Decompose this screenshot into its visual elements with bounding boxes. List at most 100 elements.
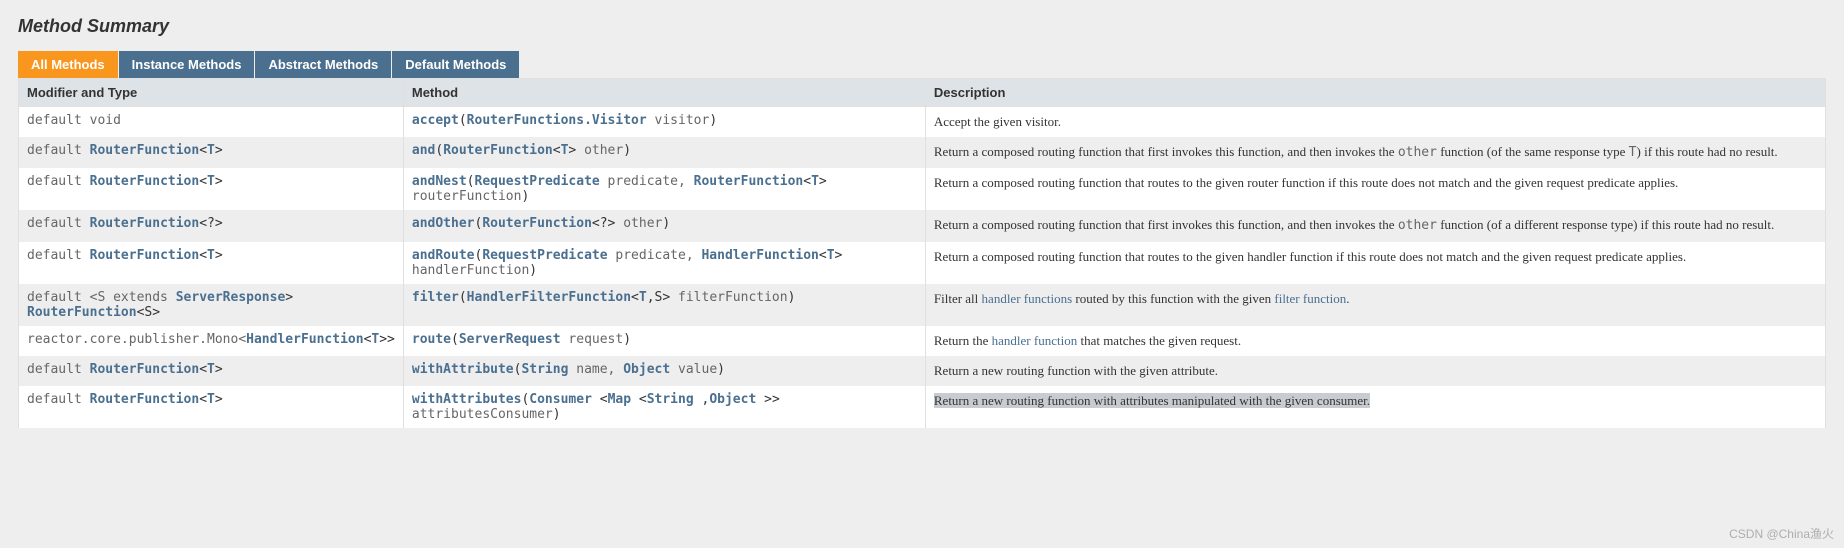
cell-modifier: default RouterFunction<T> [19,386,404,428]
tab-all-methods[interactable]: All Methods [18,51,118,78]
punct: ) [529,263,537,278]
punct: > [215,143,223,158]
cell-modifier: default RouterFunction<T> [19,137,404,168]
type-link[interactable]: RouterFunction [90,216,200,231]
keyword: default [27,174,90,189]
punct: , [694,392,710,407]
table-row: default RouterFunction<?>andOther(Router… [19,210,1826,241]
type-link[interactable]: T [207,248,215,263]
tab-instance-methods[interactable]: Instance Methods [119,51,255,78]
type-link[interactable]: T [207,174,215,189]
type-link[interactable]: Object [709,392,756,407]
col-header-modifier: Modifier and Type [19,79,404,107]
type-link[interactable]: Map [608,392,631,407]
type-link[interactable]: T [207,362,215,377]
method-link[interactable]: route [412,332,451,347]
punct: > [215,362,223,377]
cell-modifier: default RouterFunction<?> [19,210,404,241]
type-link[interactable]: HandlerFilterFunction [467,290,631,305]
type-link[interactable]: ServerRequest [459,332,561,347]
type-link[interactable]: RouterFunction [90,143,200,158]
punct: ) [662,216,670,231]
type-link[interactable]: RouterFunction [694,174,804,189]
cell-description: Return a composed routing function that … [925,242,1825,284]
method-link[interactable]: andNest [412,174,467,189]
table-row: default RouterFunction<T>andRoute(Reques… [19,242,1826,284]
cell-method: andRoute(RequestPredicate predicate, Han… [403,242,925,284]
type-link[interactable]: Object [623,362,670,377]
param-name: other [615,216,662,231]
punct: ,S> [647,290,670,305]
punct: ( [467,174,475,189]
cell-description: Return a composed routing function that … [925,137,1825,168]
method-link[interactable]: andOther [412,216,475,231]
type-link[interactable]: T [811,174,819,189]
punct: < [199,362,207,377]
text: Accept the given visitor. [934,114,1061,129]
doc-link[interactable]: filter function [1274,291,1346,306]
text: function (of a different response type) … [1437,217,1774,232]
inline-code: other [1398,218,1437,233]
cell-modifier: default RouterFunction<T> [19,356,404,386]
type-link[interactable]: String [521,362,568,377]
text: Return a new routing function with attri… [934,393,1370,408]
type-link[interactable]: RouterFunction [90,362,200,377]
type-link[interactable]: T [207,392,215,407]
punct: >> [756,392,779,407]
doc-link[interactable]: handler function [992,333,1078,348]
param-name: predicate, [608,248,702,263]
type-link[interactable]: RouterFunction [90,248,200,263]
type-link[interactable]: String [647,392,694,407]
type-link[interactable]: RouterFunction [27,305,137,320]
text: Return a composed routing function that … [934,144,1398,159]
type-link[interactable]: ServerResponse [176,290,286,305]
param-name: attributesConsumer [412,407,553,422]
method-link[interactable]: and [412,143,435,158]
method-link[interactable]: accept [412,113,459,128]
type-link[interactable]: T [639,290,647,305]
type-link[interactable]: RequestPredicate [475,174,600,189]
punct: ) [521,189,529,204]
keyword: default [27,248,90,263]
punct: < [631,290,639,305]
section-title: Method Summary [18,10,1826,51]
punct: <?> [199,216,222,231]
cell-description: Return a new routing function with the g… [925,356,1825,386]
type-link[interactable]: RouterFunction [90,392,200,407]
param-name: routerFunction [412,189,522,204]
method-link[interactable]: andRoute [412,248,475,263]
type-link[interactable]: T [207,143,215,158]
tab-default-methods[interactable]: Default Methods [392,51,519,78]
table-header-row: Modifier and Type Method Description [19,79,1826,107]
type-link[interactable]: RouterFunctions.Visitor [467,113,647,128]
punct: < [199,248,207,263]
type-link[interactable]: RouterFunction [90,174,200,189]
method-link[interactable]: filter [412,290,459,305]
type-link[interactable]: HandlerFunction [701,248,818,263]
punct: ( [459,290,467,305]
punct: ) [709,113,717,128]
punct: > [835,248,843,263]
punct: ) [788,290,796,305]
method-link[interactable]: withAttribute [412,362,514,377]
doc-link[interactable]: handler functions [982,291,1073,306]
type-link[interactable]: T [827,248,835,263]
type-link[interactable]: Consumer [529,392,592,407]
cell-modifier: default RouterFunction<T> [19,242,404,284]
tab-abstract-methods[interactable]: Abstract Methods [255,51,391,78]
inline-code: T [1629,145,1637,160]
keyword: reactor.core.publisher.Mono< [27,332,246,347]
punct: < [819,248,827,263]
method-link[interactable]: withAttributes [412,392,522,407]
keyword: default <S extends [27,290,176,305]
type-link[interactable]: RouterFunction [443,143,553,158]
punct: > [285,290,293,305]
type-link[interactable]: RouterFunction [482,216,592,231]
type-link[interactable]: RequestPredicate [482,248,607,263]
cell-modifier: default void [19,107,404,138]
keyword: default [27,392,90,407]
punct: <S> [137,305,160,320]
table-row: reactor.core.publisher.Mono<HandlerFunct… [19,326,1826,356]
cell-method: and(RouterFunction<T> other) [403,137,925,168]
type-link[interactable]: HandlerFunction [246,332,363,347]
